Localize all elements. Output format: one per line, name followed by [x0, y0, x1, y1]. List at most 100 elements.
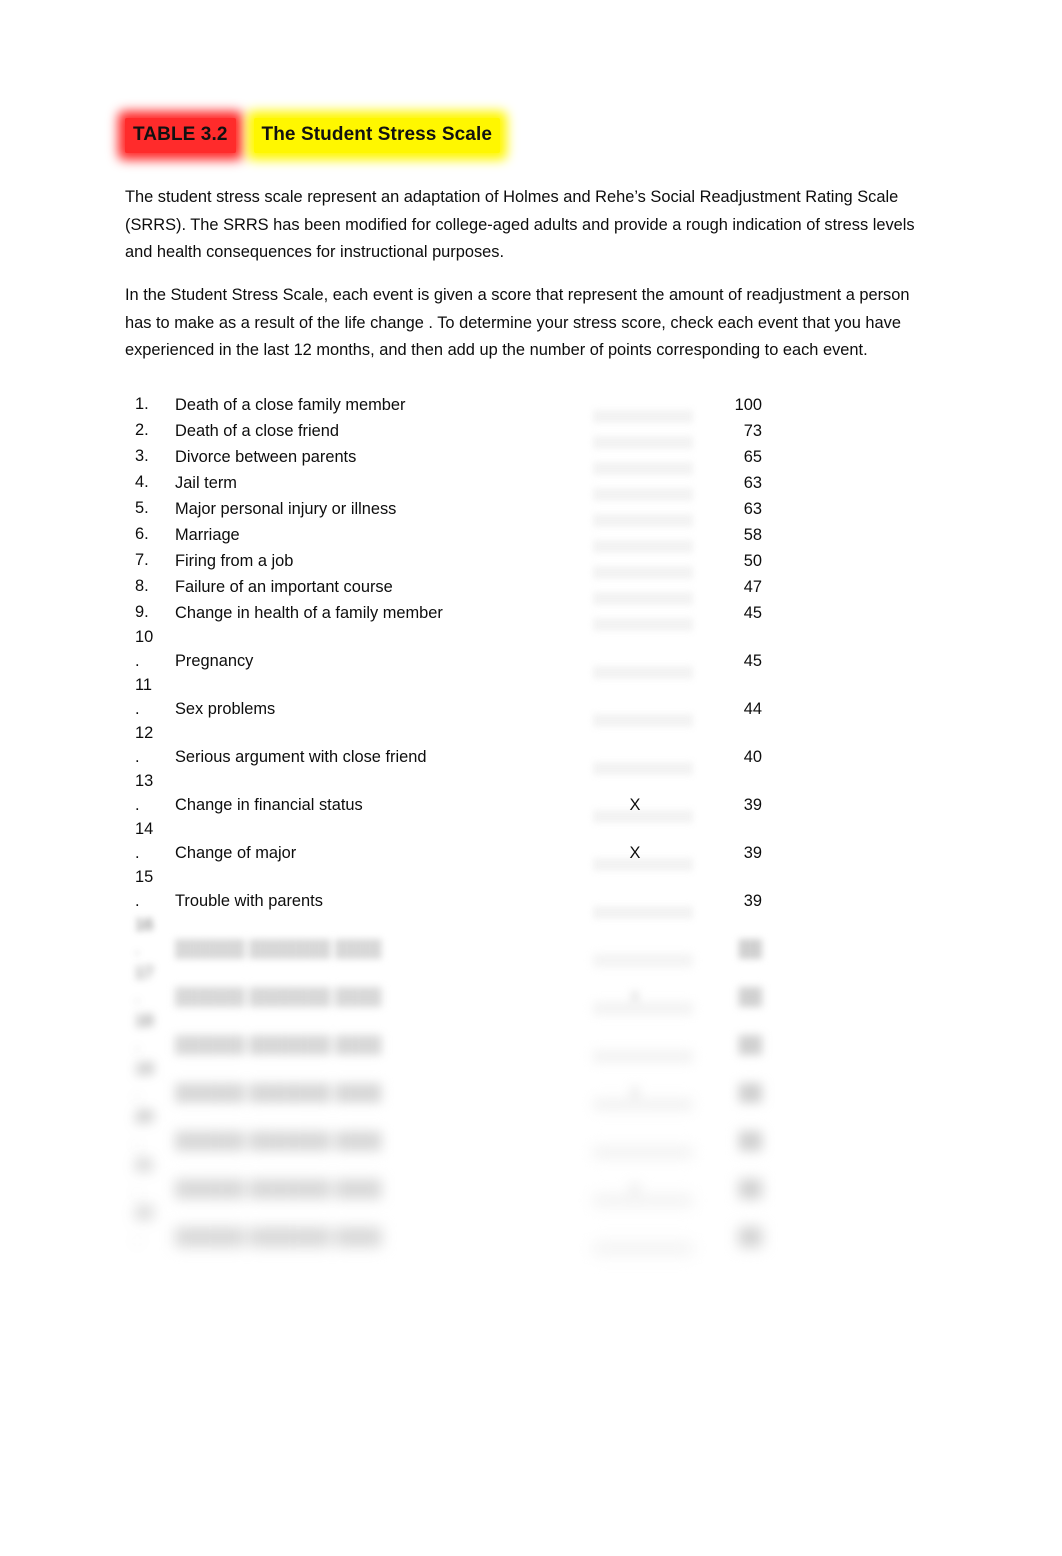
item-score: 45 — [743, 652, 762, 670]
intro-paragraph-1: The student stress scale represent an ad… — [125, 188, 915, 262]
item-event-label: Change in financial status — [175, 796, 363, 814]
stress-scale-row[interactable]: 22 . ██████ ███████ ████ ██ — [125, 1202, 785, 1255]
item-number: 12 . — [135, 724, 154, 766]
item-score: ██ — [738, 1084, 762, 1102]
stress-scale-row[interactable]: 11 . Sex problems 44 — [125, 674, 785, 727]
stress-scale-row[interactable]: 15 . Trouble with parents 39 — [125, 866, 785, 919]
stress-scale-row[interactable]: 6. Marriage 58 — [125, 522, 785, 553]
item-event-label: Change in health of a family member — [175, 604, 443, 622]
item-number: 7. — [135, 551, 149, 569]
item-number: 11 . — [135, 676, 153, 718]
stress-scale-row[interactable]: 18 . ██████ ███████ ████ ██ — [125, 1010, 785, 1063]
checkbox-blank-line[interactable] — [593, 1242, 693, 1255]
item-score: 39 — [743, 892, 762, 910]
item-check-mark[interactable]: X — [605, 840, 665, 866]
stress-scale-row[interactable]: 2. Death of a close friend 73 — [125, 418, 785, 449]
item-score: ██ — [738, 940, 762, 958]
item-event-label: Pregnancy — [175, 652, 254, 670]
item-number: 6. — [135, 525, 149, 543]
stress-scale-row[interactable]: 10 . Pregnancy 45 — [125, 626, 785, 679]
item-score: ██ — [738, 988, 762, 1006]
item-event-label: ██████ ███████ ████ — [175, 1132, 382, 1150]
item-number: 3. — [135, 447, 149, 465]
item-event-label: Major personal injury or illness — [175, 500, 397, 518]
stress-scale-row[interactable]: 12 . Serious argument with close friend 40 — [125, 722, 785, 775]
item-score: ██ — [738, 1132, 762, 1150]
item-score: 65 — [743, 448, 762, 466]
item-score: 58 — [743, 526, 762, 544]
table-number-label: TABLE 3.2 — [125, 117, 236, 153]
item-event-label: ██████ ███████ ████ — [175, 1228, 382, 1246]
item-event-label: Sex problems — [175, 700, 276, 718]
table-title: TABLE 3.2 The Student Stress Scale — [125, 117, 500, 153]
item-score: 44 — [743, 700, 762, 718]
item-event-label: ██████ ███████ ████ — [175, 988, 382, 1006]
item-event-label: Marriage — [175, 526, 240, 544]
item-score: 73 — [743, 422, 762, 440]
item-check-mark[interactable]: X — [605, 1080, 665, 1106]
stress-scale-row[interactable]: 20 . ██████ ███████ ████ ██ — [125, 1106, 785, 1159]
table-title-label: The Student Stress Scale — [253, 117, 500, 153]
intro-paragraph-2: In the Student Stress Scale, each event … — [125, 286, 910, 360]
item-event-label: ██████ ███████ ████ — [175, 940, 382, 958]
item-score: 45 — [743, 604, 762, 622]
item-score: 40 — [743, 748, 762, 766]
item-number: 2. — [135, 421, 149, 439]
item-check-mark[interactable]: X — [605, 792, 665, 818]
item-event-label: ██████ ███████ ████ — [175, 1036, 382, 1054]
item-event-label: Divorce between parents — [175, 448, 357, 466]
item-score: 63 — [743, 500, 762, 518]
stress-scale-row[interactable]: 14 . Change of major X 39 — [125, 818, 785, 871]
item-score: ██ — [738, 1228, 762, 1246]
item-score: ██ — [738, 1180, 762, 1198]
item-check-mark[interactable]: X — [605, 984, 665, 1010]
item-number: 13 . — [135, 772, 154, 814]
item-score: 100 — [734, 396, 762, 414]
item-number: 19 . — [135, 1060, 154, 1102]
item-number: 8. — [135, 577, 149, 595]
item-event-label: Death of a close family member — [175, 396, 406, 414]
item-event-label: ██████ ███████ ████ — [175, 1180, 382, 1198]
stress-scale-row[interactable]: 5. Major personal injury or illness 63 — [125, 496, 785, 527]
stress-scale-row[interactable]: 19 . ██████ ███████ ████ X ██ — [125, 1058, 785, 1111]
item-number: 1. — [135, 395, 149, 413]
item-score: 50 — [743, 552, 762, 570]
item-number: 14 . — [135, 820, 154, 862]
item-score: 39 — [743, 796, 762, 814]
item-score: ██ — [738, 1036, 762, 1054]
item-score: 39 — [743, 844, 762, 862]
stress-scale-list: 1. Death of a close family member 100 2. Dea… — [125, 392, 785, 1255]
item-check-mark[interactable]: X — [605, 1176, 665, 1202]
item-number: 5. — [135, 499, 149, 517]
item-event-label: Death of a close friend — [175, 422, 340, 440]
item-number: 18 . — [135, 1012, 154, 1054]
item-event-label: Firing from a job — [175, 552, 294, 570]
item-number: 10 . — [135, 628, 154, 670]
item-event-label: ██████ ███████ ████ — [175, 1084, 382, 1102]
item-event-label: Serious argument with close friend — [175, 748, 427, 766]
item-number: 17 . — [135, 964, 154, 1006]
stress-scale-row[interactable]: 4. Jail term 63 — [125, 470, 785, 501]
stress-scale-row[interactable]: 7. Firing from a job 50 — [125, 548, 785, 579]
item-score: 47 — [743, 578, 762, 596]
stress-scale-row[interactable]: 13 . Change in financial status X 39 — [125, 770, 785, 823]
stress-scale-row[interactable]: 3. Divorce between parents 65 — [125, 444, 785, 475]
item-event-label: Change of major — [175, 844, 297, 862]
item-event-label: Failure of an important course — [175, 578, 393, 596]
item-number: 9. — [135, 603, 149, 621]
stress-scale-row[interactable]: 1. Death of a close family member 100 — [125, 392, 785, 423]
item-number: 16 . — [135, 916, 154, 958]
stress-scale-row[interactable]: 21 . ██████ ███████ ████ X ██ — [125, 1154, 785, 1207]
item-number: 20 . — [135, 1108, 154, 1150]
stress-scale-row[interactable]: 16 . ██████ ███████ ████ ██ — [125, 914, 785, 967]
item-score: 63 — [743, 474, 762, 492]
stress-scale-row[interactable]: 17 . ██████ ███████ ████ X ██ — [125, 962, 785, 1015]
item-event-label: Jail term — [175, 474, 237, 492]
item-number: 21 . — [135, 1156, 154, 1198]
item-number: 22 . — [135, 1204, 154, 1246]
item-number: 15 . — [135, 868, 154, 910]
document-page: TABLE 3.2 The Student Stress Scale The s… — [0, 0, 1062, 1556]
stress-scale-row[interactable]: 9. Change in health of a family member 45 — [125, 600, 785, 631]
stress-scale-row[interactable]: 8. Failure of an important course 47 — [125, 574, 785, 605]
item-event-label: Trouble with parents — [175, 892, 323, 910]
